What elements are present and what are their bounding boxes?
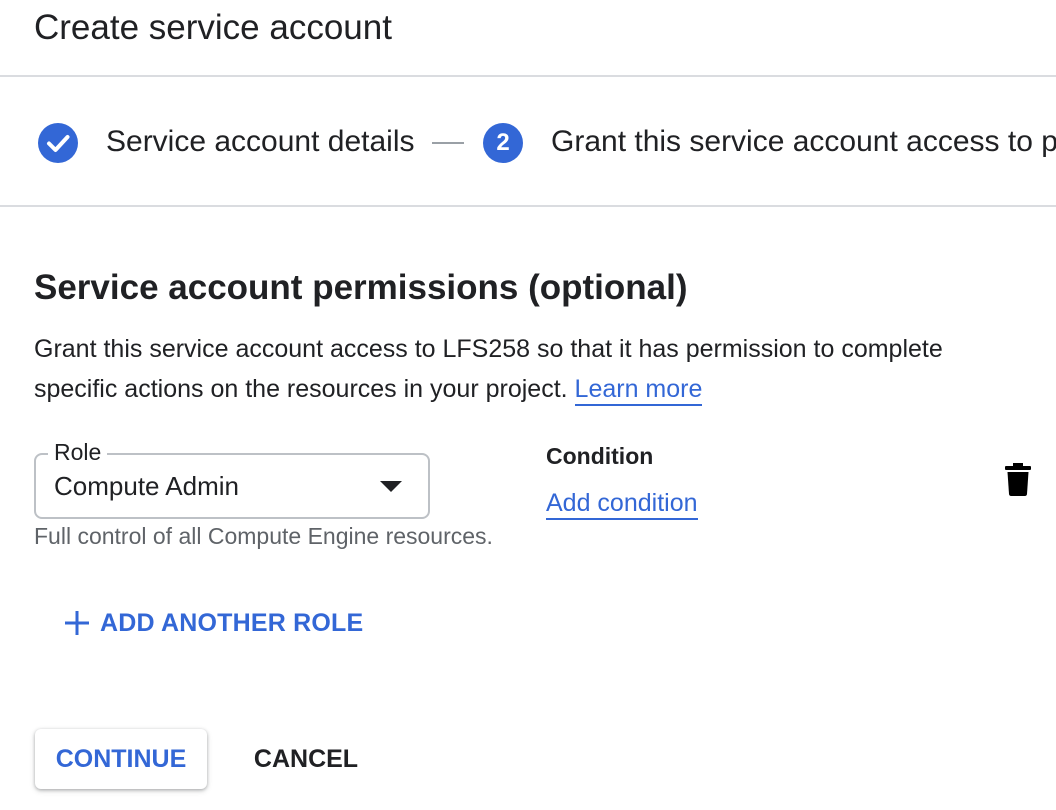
- add-another-role-button[interactable]: ADD ANOTHER ROLE: [52, 598, 375, 648]
- section-title: Service account permissions (optional): [34, 268, 688, 307]
- continue-button[interactable]: CONTINUE: [35, 729, 207, 789]
- step-label-grant-access: Grant this service account access to p: [551, 125, 1056, 158]
- page-title: Create service account: [34, 8, 392, 47]
- header-divider: [0, 75, 1056, 77]
- add-condition-link[interactable]: Add condition: [546, 489, 698, 520]
- step-label-details[interactable]: Service account details: [106, 122, 415, 162]
- step-number-badge: 2: [483, 123, 523, 163]
- role-hint: Full control of all Compute Engine resou…: [34, 523, 493, 549]
- cancel-button[interactable]: CANCEL: [240, 729, 372, 789]
- step-connector: [432, 142, 464, 144]
- learn-more-link[interactable]: Learn more: [574, 375, 703, 406]
- stepper-divider: [0, 205, 1056, 207]
- condition-label: Condition: [546, 443, 654, 469]
- delete-icon[interactable]: [1002, 461, 1034, 497]
- role-selected-value: Compute Admin: [54, 471, 239, 501]
- add-another-role-label: ADD ANOTHER ROLE: [100, 608, 364, 637]
- check-circle-icon: [38, 123, 78, 163]
- role-select[interactable]: Role Compute Admin: [34, 437, 430, 519]
- add-condition-link-wrapper: Add condition: [546, 487, 698, 520]
- permissions-description: Grant this service account access to LFS…: [34, 329, 1024, 409]
- dropdown-arrow-icon: [380, 481, 402, 492]
- stepper: Service account details 2 Grant this ser…: [0, 108, 1056, 176]
- description-text: Grant this service account access to LFS…: [34, 335, 943, 403]
- plus-icon: [65, 611, 89, 635]
- role-field-label: Role: [48, 437, 108, 467]
